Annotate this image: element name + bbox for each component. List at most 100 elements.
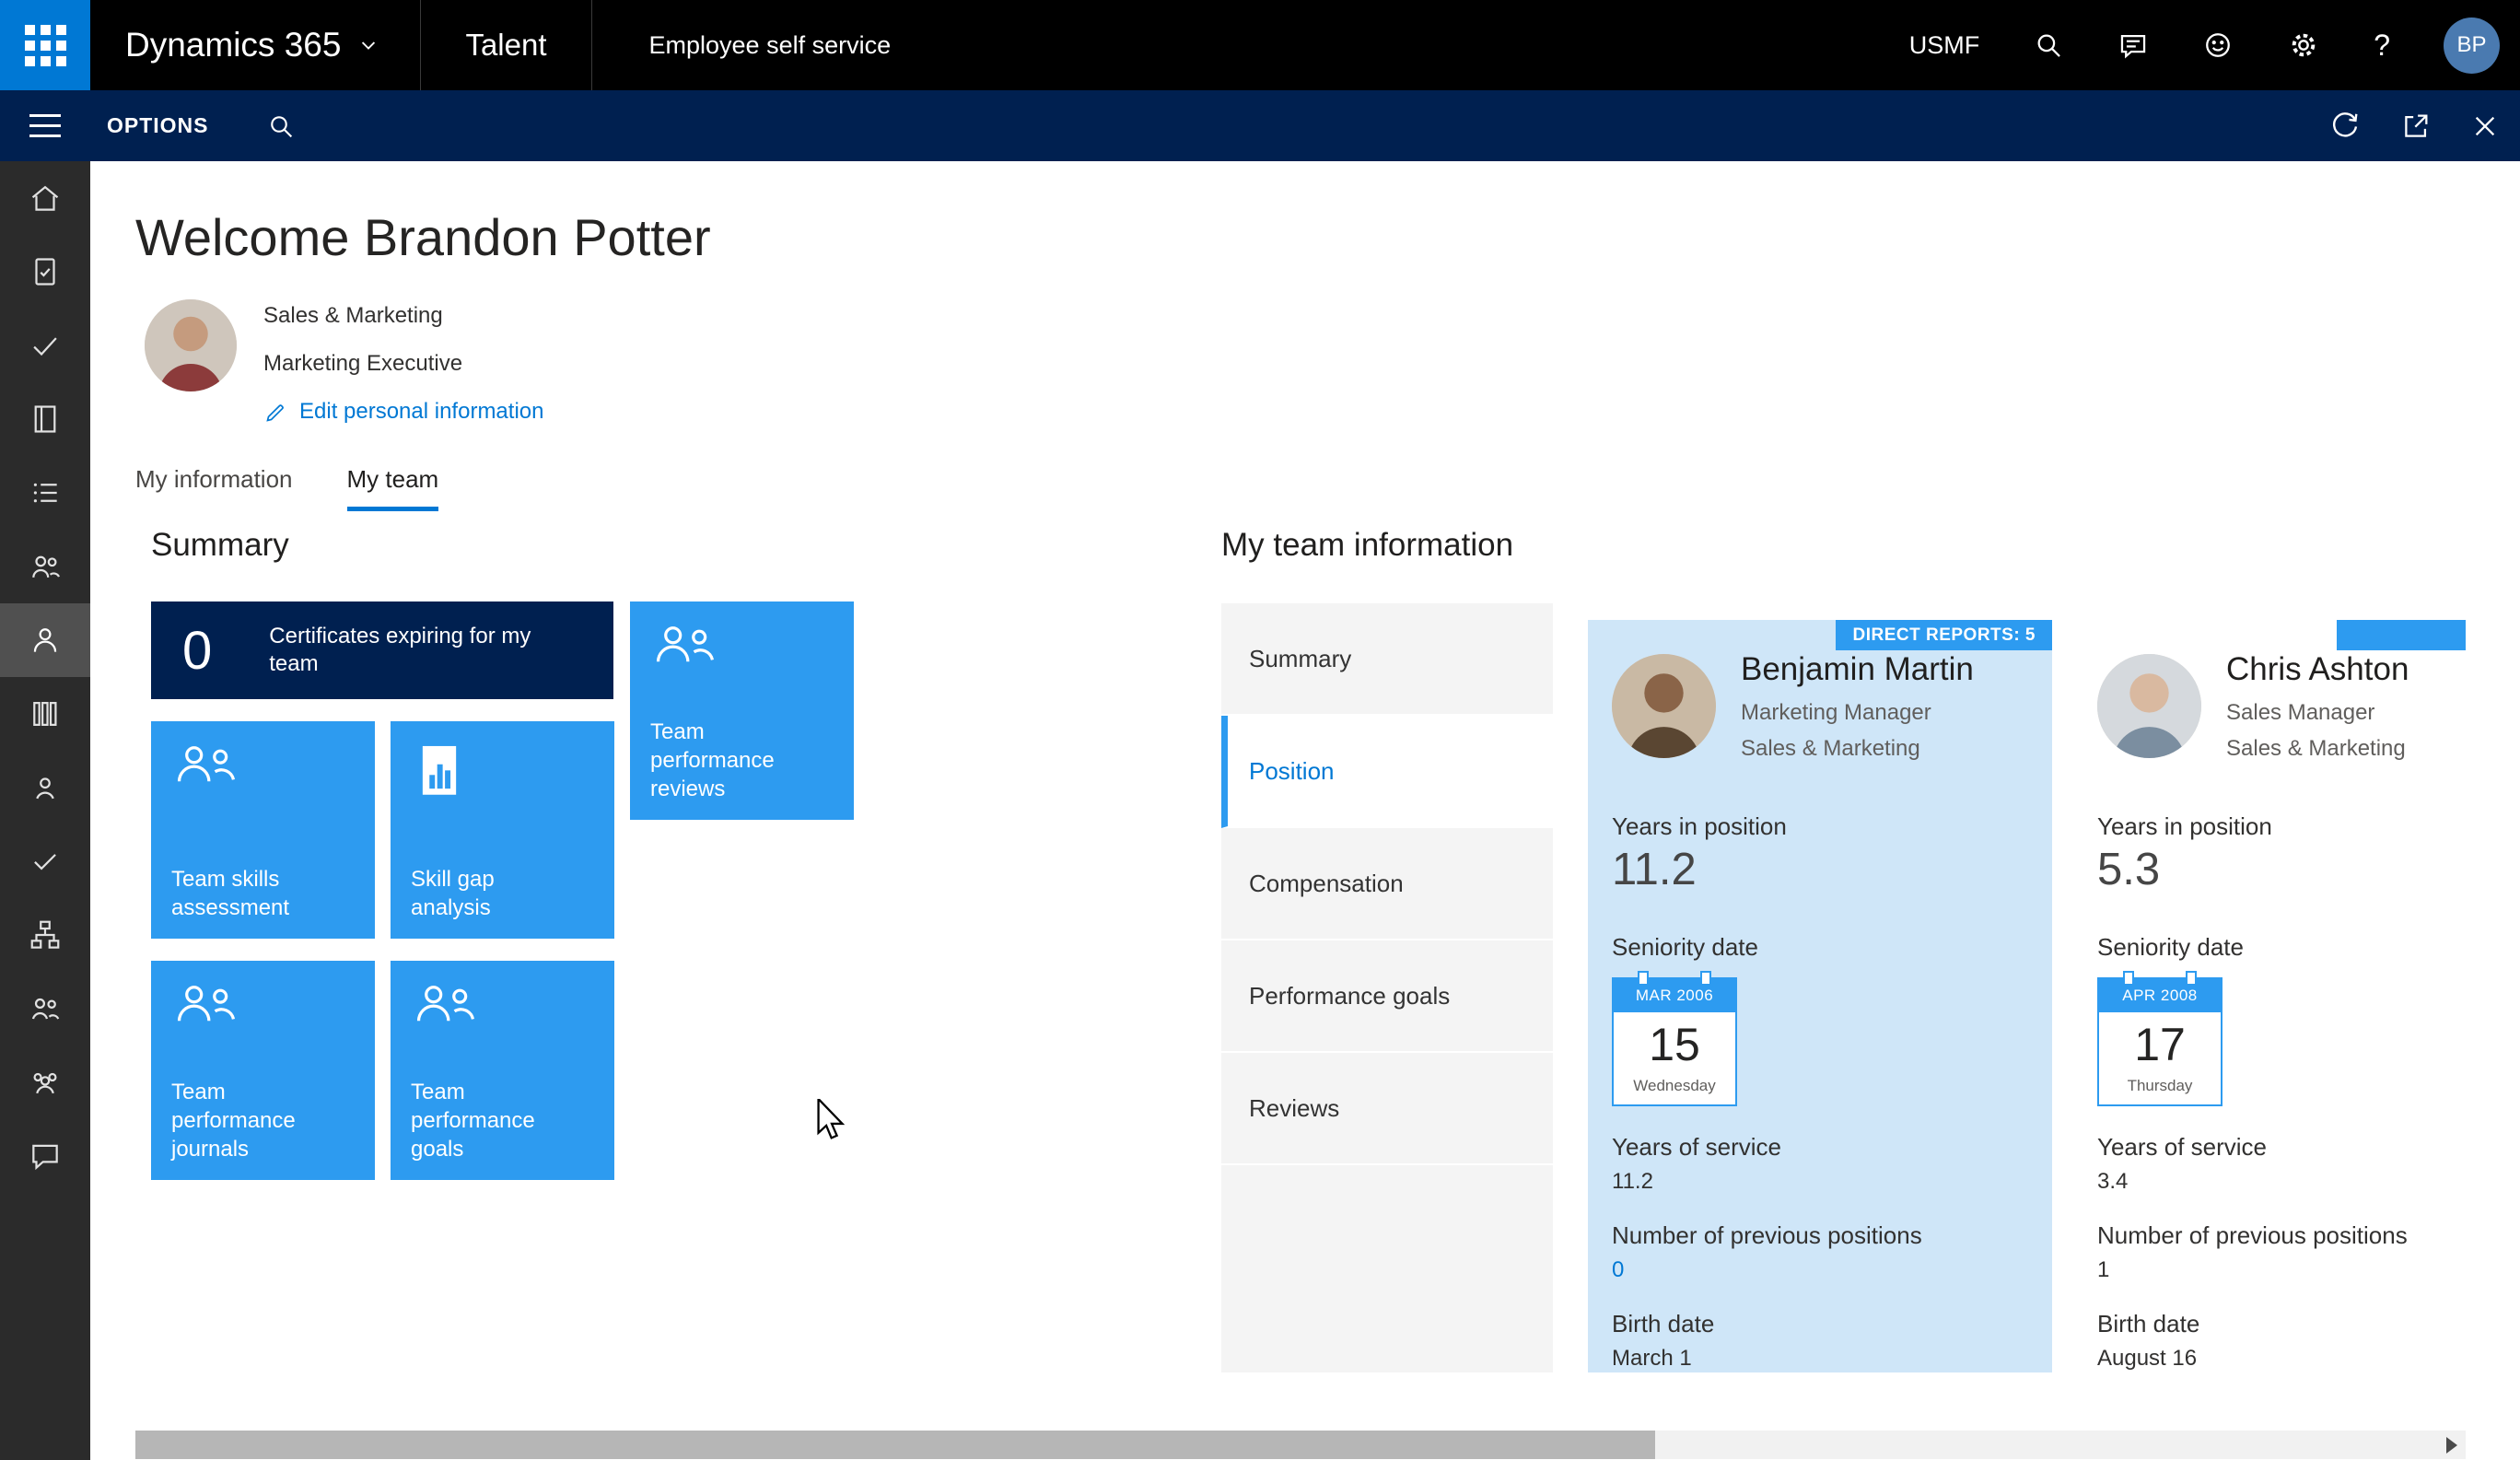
menu-item-label: Performance goals <box>1249 982 1450 1010</box>
menu-item-compensation[interactable]: Compensation <box>1221 828 1553 940</box>
team-performance-goals-tile[interactable]: Team performance goals <box>391 961 614 1180</box>
years-in-position-value: 11.2 <box>1612 844 1697 895</box>
birth-date-label: Birth date <box>1612 1310 1714 1338</box>
calendar-month: APR 2008 <box>2099 979 2221 1012</box>
direct-reports-badge[interactable]: DIRECT REPORTS: 5 <box>1836 620 2052 650</box>
employee-department: Sales & Marketing <box>1741 736 1920 762</box>
close-button[interactable] <box>2470 111 2500 141</box>
skill-gap-analysis-tile[interactable]: Skill gap analysis <box>391 721 614 939</box>
tasks-check-icon <box>28 328 63 363</box>
org-chart-icon <box>28 917 63 952</box>
help-button[interactable]: ? <box>2374 29 2390 63</box>
calendar-month: MAR 2006 <box>1614 979 1735 1012</box>
horizontal-scrollbar[interactable] <box>135 1431 2466 1459</box>
hamburger-menu-button[interactable] <box>0 90 90 161</box>
menu-item-performance-goals[interactable]: Performance goals <box>1221 940 1553 1053</box>
options-menu[interactable]: OPTIONS <box>107 113 209 138</box>
journal-icon <box>28 402 63 437</box>
tab-strip: My information My team <box>135 465 438 511</box>
certificates-count-label: Certificates expiring for my team <box>269 623 582 678</box>
waffle-icon <box>25 25 66 66</box>
open-in-new-window-button[interactable] <box>2400 111 2432 142</box>
employee-name: Chris Ashton <box>2226 651 2409 688</box>
module-name[interactable]: Talent <box>421 0 590 90</box>
team-member-card[interactable]: DIRECT REPORTS: 5 Benjamin Martin Market… <box>1588 620 2052 1372</box>
sidebar-item-contacts[interactable] <box>0 751 90 824</box>
team-icon <box>28 549 63 584</box>
sidebar-item-list[interactable] <box>0 456 90 530</box>
employee-department: Sales & Marketing <box>2226 736 2406 762</box>
years-of-service-value: 11.2 <box>1612 1169 1653 1195</box>
edit-personal-information-link[interactable]: Edit personal information <box>263 399 543 425</box>
person-photo-placeholder <box>145 299 237 391</box>
team-member-card[interactable]: Chris Ashton Sales Manager Sales & Marke… <box>2073 620 2466 1372</box>
person-photo-placeholder <box>1612 654 1716 758</box>
main-content: Welcome Brandon Potter Sales & Marketing… <box>90 161 2520 1460</box>
pencil-icon <box>263 400 288 425</box>
tab-label: My information <box>135 465 293 493</box>
tile-label: Skill gap analysis <box>411 865 567 922</box>
feedback-chat-icon <box>28 1139 63 1174</box>
seniority-date-label: Seniority date <box>1612 933 1758 962</box>
edit-link-label: Edit personal information <box>299 399 543 425</box>
app-switcher[interactable]: Dynamics 365 <box>90 0 420 90</box>
scrollbar-thumb[interactable] <box>135 1431 1655 1459</box>
birth-date-label: Birth date <box>2097 1310 2199 1338</box>
calendar-weekday: Thursday <box>2099 1077 2221 1104</box>
team-performance-reviews-tile[interactable]: Team performance reviews <box>630 602 854 820</box>
people-pair-icon <box>28 991 63 1026</box>
menu-item-label: Reviews <box>1249 1094 1339 1123</box>
sidebar-item-todo[interactable] <box>0 309 90 382</box>
sidebar-item-home[interactable] <box>0 161 90 235</box>
company-selector[interactable]: USMF <box>1909 31 1980 60</box>
sidebar-item-library[interactable] <box>0 677 90 751</box>
sidebar-item-approvals[interactable] <box>0 824 90 898</box>
welcome-title: Welcome Brandon Potter <box>135 207 711 267</box>
team-skills-assessment-tile[interactable]: Team skills assessment <box>151 721 375 939</box>
sentiment-button[interactable] <box>2202 29 2234 61</box>
previous-positions-value: 1 <box>2097 1257 2109 1283</box>
sidebar-item-tasks[interactable] <box>0 235 90 309</box>
user-avatar[interactable]: BP <box>2444 18 2500 74</box>
menu-item-summary[interactable]: Summary <box>1221 603 1553 716</box>
sidebar-item-org-chart[interactable] <box>0 898 90 972</box>
summary-section: Summary 0 Certificates expiring for my t… <box>151 527 897 1182</box>
tab-my-team[interactable]: My team <box>347 465 439 511</box>
previous-positions-label: Number of previous positions <box>2097 1221 2408 1250</box>
refresh-button[interactable] <box>2328 110 2362 143</box>
sidebar-item-people[interactable] <box>0 972 90 1045</box>
birth-date-value: March 1 <box>1612 1346 1692 1372</box>
app-window: Dynamics 365 Talent Employee self servic… <box>0 0 2520 1460</box>
task-document-icon <box>28 254 63 289</box>
sidebar-item-feedback[interactable] <box>0 1119 90 1193</box>
sidebar-item-groups[interactable] <box>0 1045 90 1119</box>
actionbar-right <box>2328 110 2520 143</box>
years-of-service-value: 3.4 <box>2097 1169 2128 1195</box>
actionbar-search-button[interactable] <box>266 111 296 141</box>
list-icon <box>28 475 63 510</box>
menu-item-position[interactable]: Position <box>1221 716 1553 828</box>
team-performance-journals-tile[interactable]: Team performance journals <box>151 961 375 1180</box>
previous-positions-value[interactable]: 0 <box>1612 1257 1624 1283</box>
report-icon <box>411 742 468 802</box>
certificates-count: 0 <box>182 620 212 682</box>
calendar-binding <box>1700 971 1711 986</box>
feedback-button[interactable] <box>2118 29 2149 61</box>
years-in-position-label: Years in position <box>1612 812 1787 841</box>
sidebar-item-journal[interactable] <box>0 382 90 456</box>
menu-item-reviews[interactable]: Reviews <box>1221 1053 1553 1165</box>
sidebar-item-team[interactable] <box>0 530 90 603</box>
calendar-weekday: Wednesday <box>1614 1077 1735 1104</box>
birth-date-value: August 16 <box>2097 1346 2197 1372</box>
app-launcher-button[interactable] <box>0 0 90 90</box>
certificates-expiring-tile[interactable]: 0 Certificates expiring for my team <box>151 602 613 699</box>
settings-button[interactable] <box>2287 29 2320 62</box>
my-team-information-section: My team information Summary Position Com… <box>1221 527 2466 1379</box>
direct-reports-badge[interactable] <box>2337 620 2466 650</box>
tab-my-information[interactable]: My information <box>135 465 293 511</box>
scrollbar-right-arrow[interactable] <box>2446 1437 2457 1454</box>
search-button[interactable] <box>2033 29 2064 61</box>
close-icon <box>2470 111 2500 141</box>
sidebar-item-employee-self-service[interactable] <box>0 603 90 677</box>
action-pane: OPTIONS <box>0 90 2520 161</box>
